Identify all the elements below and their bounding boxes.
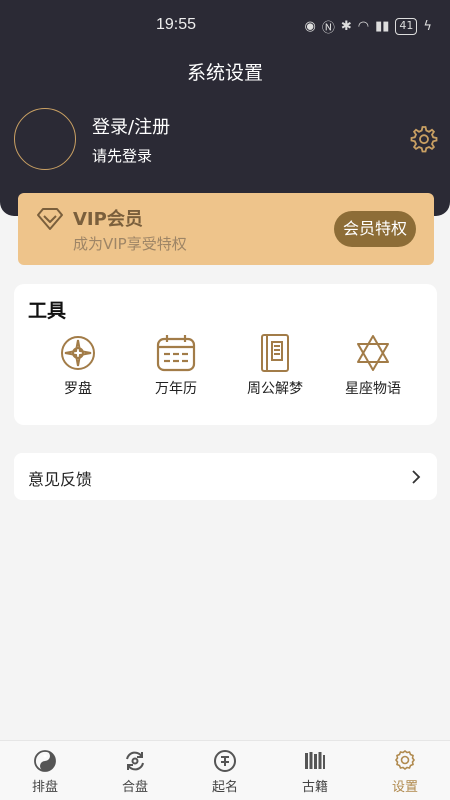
gear-icon[interactable] — [408, 124, 438, 154]
nav-label: 合盘 — [121, 780, 148, 795]
tool-label: 万年历 — [155, 381, 197, 397]
status-time: 19:55 — [156, 16, 197, 33]
tool-label: 星座物语 — [345, 381, 401, 397]
tools-card: 工具 罗盘 万年历 周公解梦 星座物语 — [14, 284, 437, 425]
nav-label: 起名 — [211, 780, 238, 795]
page-title: 系统设置 — [186, 62, 263, 84]
vip-title: VIP会员 — [73, 209, 143, 230]
nav-item-qiming[interactable]: 起名 — [190, 749, 260, 795]
login-prompt: 请先登录 — [92, 147, 153, 165]
bottom-nav: 排盘 合盘 起名 古籍 设置 — [0, 740, 450, 800]
nav-label: 古籍 — [301, 780, 328, 795]
bluetooth-icon: ✱ — [340, 19, 352, 34]
nfc-icon: Ⓝ — [321, 21, 335, 36]
tool-compass[interactable]: 罗盘 — [33, 332, 123, 398]
tool-label: 周公解梦 — [247, 381, 303, 397]
avatar[interactable] — [14, 108, 76, 170]
compass-icon — [61, 336, 95, 370]
signal-icon: ▮▮ — [375, 19, 390, 34]
login-register-link[interactable]: 登录/注册 — [92, 113, 170, 139]
star-of-david-icon — [357, 335, 389, 371]
battery-indicator: 41 — [395, 18, 418, 35]
bookshelf-icon — [305, 752, 325, 769]
status-icons: ◉ Ⓝ ✱ ◠ ▮▮ 41 ϟ — [304, 17, 432, 36]
status-bar: 19:55 ◉ Ⓝ ✱ ◠ ▮▮ 41 ϟ — [0, 14, 450, 40]
calendar-icon — [156, 335, 196, 372]
name-icon — [214, 750, 236, 772]
vip-card[interactable]: VIP会员 成为VIP享受特权 会员特权 — [18, 193, 434, 265]
wifi-icon: ◠ — [357, 19, 370, 34]
nav-item-hepan[interactable]: 合盘 — [100, 749, 170, 795]
feedback-label: 意见反馈 — [28, 470, 93, 489]
feedback-row[interactable]: 意见反馈 — [14, 453, 437, 500]
header: 19:55 ◉ Ⓝ ✱ ◠ ▮▮ 41 ϟ 系统设置 登录/注册 请先登录 — [0, 0, 450, 216]
vip-privileges-button[interactable]: 会员特权 — [334, 211, 416, 247]
nav-item-guji[interactable]: 古籍 — [280, 749, 350, 795]
refresh-icon — [126, 751, 144, 771]
tool-horoscope[interactable]: 星座物语 — [328, 332, 418, 398]
nav-item-paipan[interactable]: 排盘 — [10, 749, 80, 795]
settings-icon — [395, 750, 415, 770]
tool-dream-interpretation[interactable]: 周公解梦 — [230, 332, 320, 398]
tools-title: 工具 — [28, 300, 67, 322]
charging-icon: ϟ — [423, 19, 432, 34]
nav-label: 排盘 — [31, 780, 58, 795]
nav-label: 设置 — [391, 780, 418, 795]
diamond-icon — [37, 208, 63, 230]
tool-calendar[interactable]: 万年历 — [131, 332, 221, 398]
vip-subtitle: 成为VIP享受特权 — [73, 235, 187, 253]
nav-item-settings[interactable]: 设置 — [370, 749, 440, 795]
eye-icon: ◉ — [304, 19, 316, 34]
tool-label: 罗盘 — [64, 381, 92, 397]
yin-yang-icon — [34, 750, 56, 772]
book-icon — [261, 334, 289, 372]
chevron-right-icon — [412, 470, 421, 484]
